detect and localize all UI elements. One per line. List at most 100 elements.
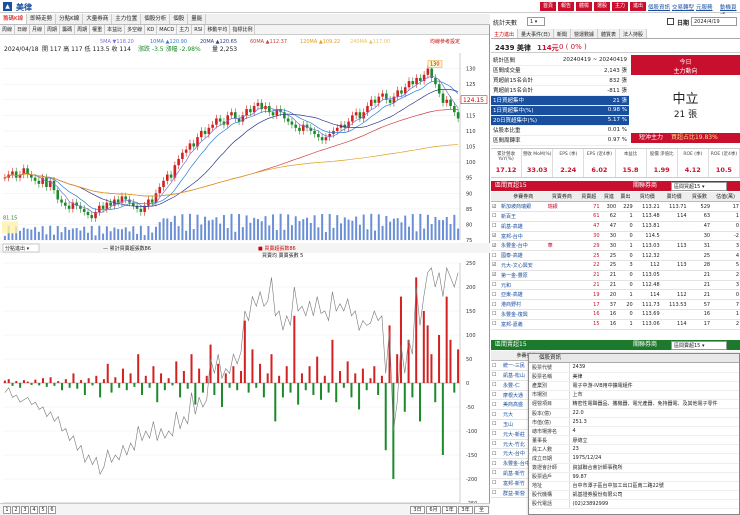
row-checkbox[interactable]: ☐: [491, 448, 503, 460]
pager-page[interactable]: 5: [39, 506, 47, 514]
row-checkbox[interactable]: ☐: [491, 250, 500, 262]
buy-row[interactable]: ☐ 富邦-嘉義 15 16 1 113.06 114 17 2: [491, 319, 740, 330]
buy-row[interactable]: ☐ 亞東-高雄 19 20 1 114 112 21 0: [491, 289, 740, 301]
buy-row[interactable]: ☐ 凱基-高雄 47 47 0 113.81 47 0: [491, 221, 740, 232]
row-checkbox[interactable]: ☑: [491, 201, 500, 213]
row-checkbox[interactable]: ☑: [491, 240, 500, 252]
header-link-2[interactable]: 元服務: [696, 3, 713, 11]
header-button-3[interactable]: 選股: [594, 2, 610, 11]
toolbar-item-0[interactable]: 周線: [0, 25, 16, 34]
pager-page[interactable]: 1: [3, 506, 11, 514]
header-button-0[interactable]: 首頁: [540, 2, 556, 11]
row-checkbox[interactable]: ☑: [491, 231, 500, 242]
pager-range[interactable]: 3年: [458, 506, 473, 514]
toolbar-item-5[interactable]: 周期: [75, 25, 91, 34]
row-checkbox[interactable]: ☐: [491, 468, 503, 479]
stock-info-popup[interactable]: 個股資訊 股票代號 2439 股票名稱 美律 產業別 電子中游-IVB用中擴電組件 市場別上…: [528, 353, 740, 515]
period-select[interactable]: 1 ▾: [527, 17, 545, 26]
toolbar-item-13[interactable]: 移動平均: [205, 25, 231, 34]
chart-tab-6[interactable]: 個股: [170, 14, 189, 24]
pager-page[interactable]: 2: [12, 506, 20, 514]
buy-row[interactable]: ☐ 國泰-高雄 25 25 0 112.32 25 4: [491, 250, 740, 262]
row-checkbox[interactable]: ☐: [491, 221, 500, 232]
chart-tab-3[interactable]: 大量券商: [83, 14, 113, 24]
row-checkbox[interactable]: ☐: [491, 488, 503, 499]
header-button-2[interactable]: 體檢: [576, 2, 592, 11]
row-checkbox[interactable]: ☐: [491, 399, 503, 411]
pager-range[interactable]: 全: [474, 506, 489, 514]
buy-row[interactable]: ☐ 永豐金-復興 16 16 0 113.69 16 1: [491, 309, 740, 320]
pager-page[interactable]: 6: [48, 506, 56, 514]
ma-note[interactable]: 均線參考設定: [430, 38, 460, 45]
chart-tab-4[interactable]: 主力位置: [112, 14, 142, 24]
row-checkbox[interactable]: ☐: [491, 280, 500, 291]
header-button-1[interactable]: 報告: [558, 2, 574, 11]
toolbar-item-9[interactable]: KD: [145, 25, 158, 34]
toolbar-item-4[interactable]: 籌碼: [60, 25, 76, 34]
toolbar-item-12[interactable]: RSI: [192, 25, 206, 34]
buy-row[interactable]: ☑ 第一金-豐原 21 21 0 113.05 21 2: [491, 270, 740, 281]
pager-page[interactable]: 3: [21, 506, 29, 514]
right-tab-0[interactable]: 主力進出: [491, 29, 519, 38]
buy-row[interactable]: ☐ 港商野村 17 37 20 111.73 113.53 57 7: [491, 299, 740, 311]
buy-cell: 7: [711, 299, 740, 311]
row-checkbox[interactable]: ☑: [491, 270, 500, 281]
buy-row[interactable]: ☑ 元大-文心興安 22 25 3 112 113 28 5: [491, 260, 740, 271]
row-checkbox[interactable]: ☐: [491, 458, 503, 470]
header-button-4[interactable]: 主力: [612, 2, 628, 11]
buy-row[interactable]: ☑ 新加坡商瑞銀 瑞銀 71 300 229 113.21 113.71 529 17: [491, 201, 740, 213]
row-checkbox[interactable]: ☐: [491, 360, 503, 372]
row-checkbox[interactable]: ☐: [491, 211, 500, 222]
row-checkbox[interactable]: ☐: [491, 289, 500, 301]
toolbar-item-3[interactable]: 周期: [45, 25, 61, 34]
toolbar-item-14[interactable]: 指標比例: [230, 25, 256, 34]
chart-tab-2[interactable]: 分點K線: [56, 14, 84, 24]
sell-range-select[interactable]: 區間賣超15 ▾: [671, 341, 727, 350]
chart-tab-5[interactable]: 個股分析: [141, 14, 171, 24]
row-checkbox[interactable]: ☐: [491, 309, 500, 320]
row-checkbox[interactable]: ☐: [491, 429, 503, 440]
buy-range-select[interactable]: 區間買超15 ▾: [671, 182, 727, 191]
row-checkbox[interactable]: ☐: [491, 409, 503, 421]
row-checkbox[interactable]: ☐: [491, 478, 503, 489]
toolbar-item-8[interactable]: 多空線: [125, 25, 146, 34]
row-checkbox[interactable]: ☑: [491, 260, 500, 271]
pager-range[interactable]: 3日: [410, 506, 425, 514]
right-tab-5[interactable]: 法人持股: [619, 29, 647, 38]
pager-range[interactable]: 6月: [426, 506, 441, 514]
toolbar-item-7[interactable]: 本益比: [105, 25, 126, 34]
row-checkbox[interactable]: ☐: [491, 380, 503, 391]
buy-row[interactable]: ☐ 新百王 61 62 1 113.48 114 63 1: [491, 211, 740, 222]
chart-tab-7[interactable]: 量能: [188, 14, 207, 24]
candle-body: [147, 199, 150, 206]
row-checkbox[interactable]: ☐: [491, 299, 500, 311]
date-input[interactable]: 2024/4/19: [691, 17, 737, 26]
kline-chart[interactable]: 5MA ▼118.20 10MA ▲120.90 20MA ▲120.65 60MA …: [0, 35, 490, 513]
toolbar-item-2[interactable]: 月線: [30, 25, 46, 34]
header-link-1[interactable]: 交易轉型: [672, 3, 694, 11]
toolbar-item-11[interactable]: 主力: [177, 25, 193, 34]
header-button-5[interactable]: 進出: [630, 2, 646, 11]
toolbar-item-10[interactable]: MACD: [157, 25, 178, 34]
row-checkbox[interactable]: ☐: [491, 319, 500, 330]
chart-tab-1[interactable]: 即時走勢: [27, 14, 57, 24]
pager-range[interactable]: 1年: [442, 506, 457, 514]
row-checkbox[interactable]: ☐: [491, 370, 503, 381]
right-tab-2[interactable]: 新聞: [553, 29, 571, 38]
toolbar-item-1[interactable]: 日線: [15, 25, 31, 34]
row-checkbox[interactable]: ☐: [491, 390, 503, 401]
row-checkbox[interactable]: ☐: [491, 419, 503, 430]
buy-row[interactable]: ☑ 永豐金-台中華 29 30 1 113.03 113 31 3: [491, 240, 740, 252]
right-tab-4[interactable]: 體質表: [597, 29, 620, 38]
buy-row[interactable]: ☐ 元和 21 21 0 112.48 21 3: [491, 280, 740, 291]
row-checkbox[interactable]: ☐: [491, 439, 503, 450]
pager-page[interactable]: 4: [30, 506, 38, 514]
chart-tab-0[interactable]: 籌碼K線: [0, 14, 28, 24]
calendar-icon[interactable]: [667, 18, 674, 25]
right-tab-3[interactable]: 營運數據: [570, 29, 598, 38]
buy-row[interactable]: ☑ 富邦-台中 30 30 0 114.5 30 -2: [491, 231, 740, 242]
toolbar-item-6[interactable]: 權重: [90, 25, 106, 34]
flow-bar: [38, 383, 41, 386]
right-tab-1[interactable]: 量大事件(日): [518, 29, 554, 38]
header-link-0[interactable]: 個股資訊: [648, 3, 670, 11]
